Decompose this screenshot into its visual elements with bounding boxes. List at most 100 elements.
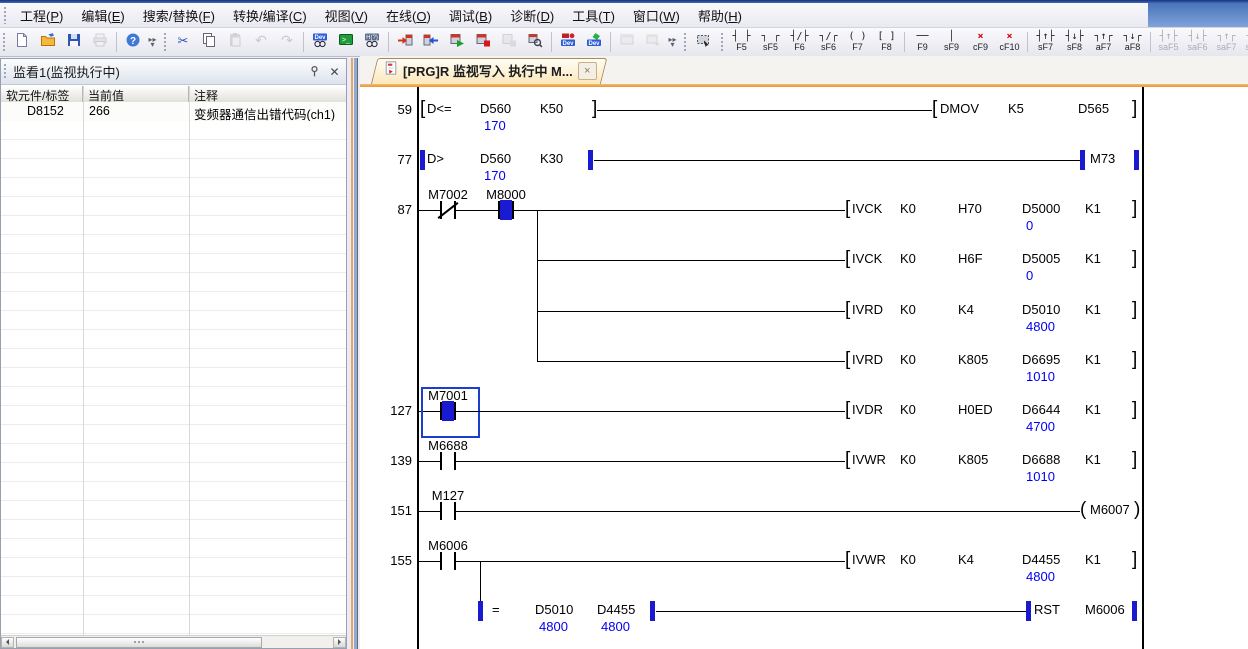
ladder-symbol-shortcut: aF7 — [1096, 42, 1112, 52]
menu-item-t[interactable]: 工具(T) — [563, 4, 624, 27]
column-header-device[interactable]: 软元件/标签 — [1, 86, 83, 102]
find-device-button[interactable]: Dev — [307, 29, 333, 55]
ladder-symbol-sf7-button[interactable]: ┤↑├sF7 — [1031, 28, 1060, 56]
menu-item-b[interactable]: 调试(B) — [440, 4, 501, 27]
monitor-start-button[interactable] — [444, 29, 470, 55]
watch-window-titlebar[interactable]: 监看1(监视执行中) ✕ — [1, 59, 346, 85]
watch-device[interactable]: D8152 — [1, 102, 83, 121]
ladder-symbol-sf9-button[interactable]: │sF9 — [937, 28, 966, 56]
ladder-instruction-ivck[interactable] — [845, 198, 1140, 222]
ladder-symbol-af7-button[interactable]: ┐↑┌aF7 — [1089, 28, 1118, 56]
ladder-coil-m73[interactable] — [1080, 148, 1140, 172]
ladder-instruction-ivrd[interactable] — [845, 299, 1140, 323]
open-folder-button[interactable] — [35, 29, 61, 55]
ladder-symbol-sf6-button[interactable]: ┐/┌sF6 — [814, 28, 843, 56]
monitor-stop-button[interactable] — [470, 29, 496, 55]
transfer-button[interactable] — [640, 29, 666, 55]
ladder-symbol-af8-button[interactable]: ┐↓┌aF8 — [1118, 28, 1147, 56]
ladder-instruction-d<=[interactable] — [420, 98, 600, 122]
toolbar-main: ✂↶↷Dev>_H(?)DevDev ▸▸▾ — [161, 28, 681, 56]
ladder-symbol-cf9-button[interactable]: ×cF9 — [966, 28, 995, 56]
ladder-symbol-f5-button[interactable]: ┤ ├F5 — [727, 28, 756, 56]
menu-item-h[interactable]: 帮助(H) — [689, 4, 751, 27]
toolbar-grip[interactable] — [720, 32, 724, 52]
ladder-symbol-sf5-button[interactable]: ┐ ┌sF5 — [756, 28, 785, 56]
svg-text:✂: ✂ — [178, 33, 189, 48]
ladder-symbol-f7-button[interactable]: ( )F7 — [843, 28, 872, 56]
help-button[interactable]: ? — [120, 29, 146, 55]
ladder-instruction-ivwr[interactable] — [845, 549, 1140, 573]
menu-item-o[interactable]: 在线(O) — [377, 4, 440, 27]
tab-program[interactable]: [PRG]R 监视写入 执行中 M... × — [374, 58, 602, 84]
rung-step-number: 127 — [366, 403, 412, 418]
ladder-branch-wire — [537, 210, 538, 361]
tab-close-button[interactable]: × — [578, 62, 597, 80]
menu-item-e[interactable]: 编辑(E) — [72, 4, 133, 27]
column-header-value[interactable]: 当前值 — [83, 86, 189, 102]
ladder-instruction-d>[interactable] — [420, 148, 596, 172]
new-doc-button[interactable] — [9, 29, 35, 55]
ladder-instruction-ivrd[interactable] — [845, 349, 1140, 373]
scroll-right-button[interactable] — [333, 637, 346, 648]
monitor-pause-button[interactable] — [496, 29, 522, 55]
read-plc-button[interactable] — [418, 29, 444, 55]
toolbar-separator — [116, 32, 117, 52]
ladder-instruction-ivdr[interactable] — [845, 399, 1140, 423]
device-monitor-button[interactable]: Dev — [555, 29, 581, 55]
crossref-button[interactable]: >_ — [333, 29, 359, 55]
find-instruction-button[interactable]: H(?) — [359, 29, 385, 55]
ladder-symbol-icon: ┐↓┌ — [1123, 32, 1141, 42]
ladder-symbol-cf10-button[interactable]: ×cF10 — [995, 28, 1024, 56]
menu-item-v[interactable]: 视图(V) — [316, 4, 377, 27]
verify-button[interactable] — [614, 29, 640, 55]
device-test-button[interactable]: Dev — [581, 29, 607, 55]
ladder-symbol-sf8-button[interactable]: ┤↓├sF8 — [1060, 28, 1089, 56]
toolbar-overflow-chevron[interactable]: ▸▸▾ — [146, 30, 159, 54]
close-icon[interactable]: ✕ — [326, 64, 343, 80]
ladder-symbol-saf5-button[interactable]: ┤↑├saF5 — [1154, 28, 1183, 56]
select-mode-button[interactable] — [690, 29, 716, 55]
toolbar-grip[interactable] — [163, 32, 167, 52]
cut-button[interactable]: ✂ — [170, 29, 196, 55]
monitor-stop-icon — [475, 32, 491, 53]
write-plc-button[interactable] — [392, 29, 418, 55]
ladder-canvas[interactable]: 59[]D<=D560170K50[]DMOVK5D56577D>D560170… — [360, 87, 1248, 649]
watch-mag-button[interactable] — [522, 29, 548, 55]
menu-item-c[interactable]: 转换/编译(C) — [224, 4, 316, 27]
paste-button[interactable] — [222, 29, 248, 55]
scroll-left-button[interactable] — [1, 637, 14, 648]
menubar-grip[interactable] — [3, 6, 7, 24]
ladder-instruction-ivwr[interactable] — [845, 449, 1140, 473]
toolbar-grip[interactable] — [2, 32, 6, 52]
save-button[interactable] — [61, 29, 87, 55]
ladder-instruction-ivck[interactable] — [845, 248, 1140, 272]
ladder-symbol-saf6-button[interactable]: ┤↓├saF6 — [1183, 28, 1212, 56]
ladder-instruction-rst[interactable] — [1026, 599, 1140, 623]
watch-grip[interactable] — [3, 63, 7, 80]
scrollbar-thumb[interactable] — [16, 637, 262, 648]
print-button[interactable] — [87, 29, 113, 55]
toolbar-overflow-chevron[interactable]: ▸▸▾ — [666, 30, 679, 54]
ladder-symbol-saf7-button[interactable]: ┐↑┌saF7 — [1212, 28, 1241, 56]
document-tab-bar: [PRG]R 监视写入 执行中 M... × — [360, 56, 1248, 84]
copy-button[interactable] — [196, 29, 222, 55]
watch-row[interactable]: D8152266变频器通信出错代码(ch1) — [1, 102, 346, 122]
redo-button[interactable]: ↷ — [274, 29, 300, 55]
ladder-instruction-=[interactable] — [478, 599, 658, 623]
panel-splitter[interactable] — [347, 58, 360, 649]
undo-button[interactable]: ↶ — [248, 29, 274, 55]
toolbar-grip[interactable] — [683, 32, 687, 52]
ladder-symbol-f9-button[interactable]: ──F9 — [908, 28, 937, 56]
menu-item-p[interactable]: 工程(P) — [11, 4, 72, 27]
menu-item-f[interactable]: 搜索/替换(F) — [134, 4, 224, 27]
ladder-symbol-f6-button[interactable]: ┤/├F6 — [785, 28, 814, 56]
menu-item-d[interactable]: 诊断(D) — [501, 4, 563, 27]
ladder-symbol-saf8-button[interactable]: ┐↓┌saF8 — [1241, 28, 1248, 56]
menu-item-w[interactable]: 窗口(W) — [624, 4, 689, 27]
ladder-coil-m6007[interactable] — [1080, 499, 1140, 523]
ladder-instruction-dmov[interactable] — [932, 98, 1140, 122]
watch-current-value[interactable]: 266 — [83, 102, 189, 121]
column-header-comment[interactable]: 注释 — [189, 86, 346, 102]
pin-icon[interactable] — [306, 64, 323, 80]
ladder-symbol-f8-button[interactable]: [ ]F8 — [872, 28, 901, 56]
